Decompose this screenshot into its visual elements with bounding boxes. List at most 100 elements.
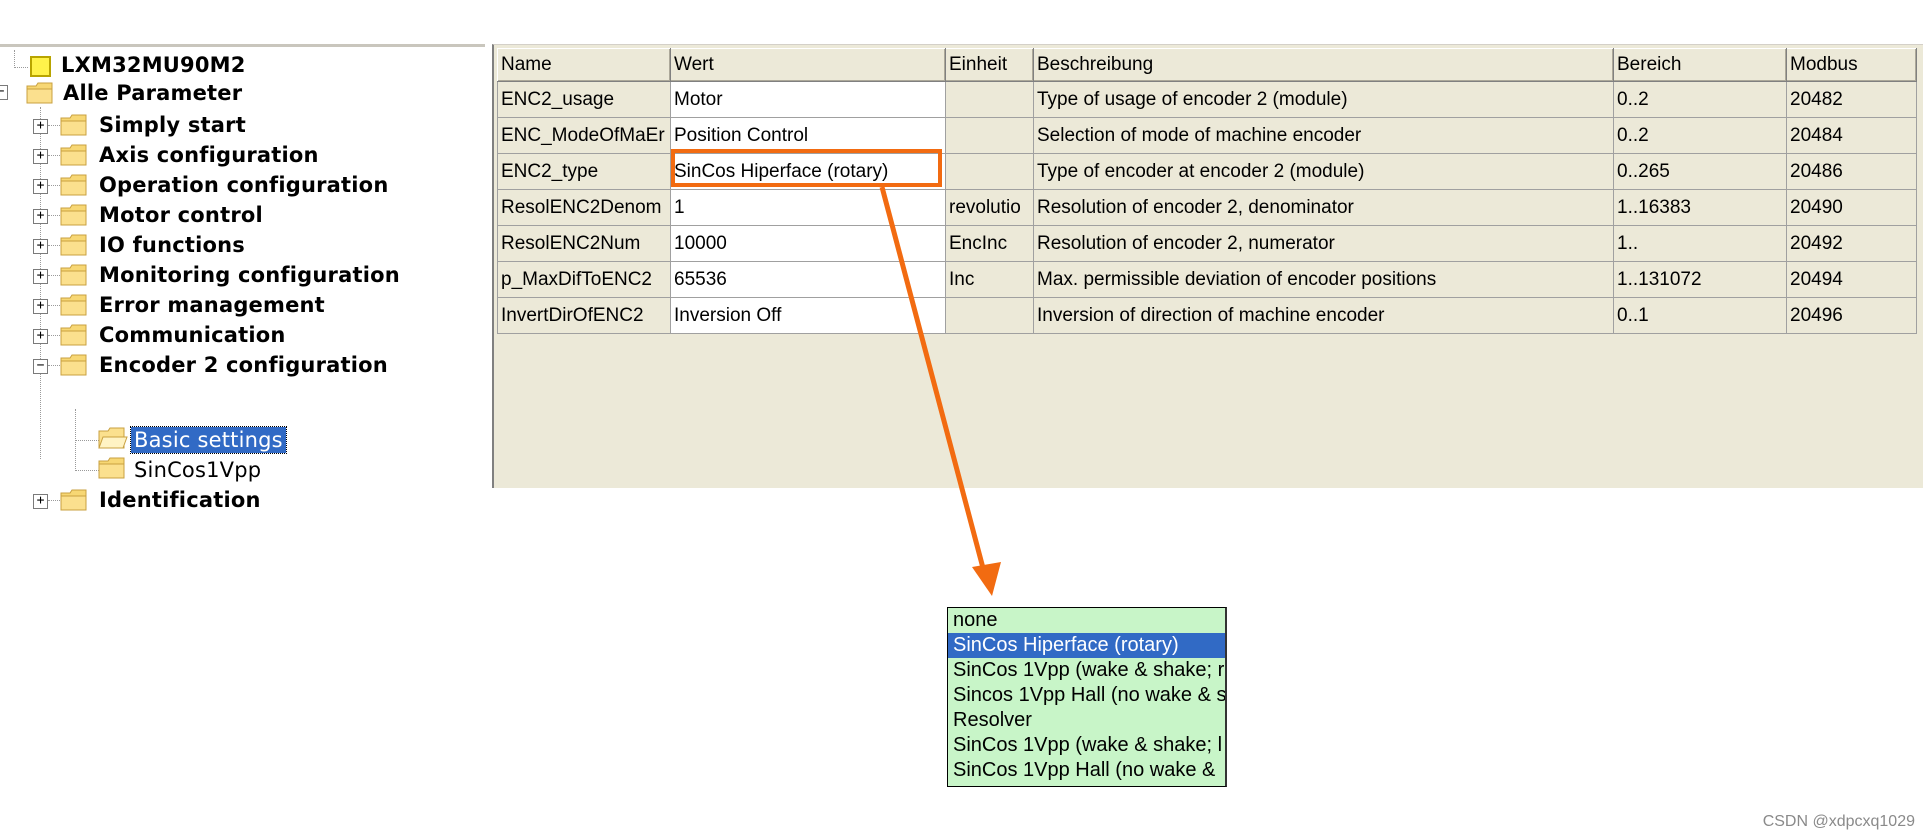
col-header-wert[interactable]: Wert [670,48,946,82]
expand-icon[interactable]: + [33,329,48,344]
tree-connector [75,440,99,441]
watermark: CSDN @xdpcxq1029 [1762,813,1915,830]
tree-connector [48,155,60,156]
col-header-name[interactable]: Name [497,48,671,82]
cell-beschreibung: Inversion of direction of machine encode… [1033,297,1614,334]
cell-name: InvertDirOfENC2 [497,297,671,334]
cell-bereich: 0..265 [1613,153,1787,190]
tree-item-group[interactable]: Operation configuration [96,171,391,199]
cell-wert[interactable]: 65536 [670,261,946,298]
dropdown-option[interactable]: Sincos 1Vpp Hall (no wake & s [948,683,1225,708]
expand-icon[interactable]: + [33,119,48,134]
tree-item-label: Simply start [99,113,246,137]
cell-modbus: 20494 [1786,261,1917,298]
expand-icon[interactable]: + [33,269,48,284]
table-row[interactable]: ENC2_usage Motor Type of usage of encoder … [497,81,1917,118]
folder-icon [98,457,126,479]
cell-bereich: 0..2 [1613,81,1787,118]
tree-item-group[interactable]: IO functions [96,231,248,259]
tree-connector [14,67,28,68]
dropdown-option[interactable]: Resolver [948,708,1225,733]
cell-bereich: 0..1 [1613,297,1787,334]
cell-bereich: 1.. [1613,225,1787,262]
parameter-table: Name Wert Einheit Beschreibung Bereich M… [497,48,1917,334]
dropdown-option[interactable]: SinCos Hiperface (rotary) [948,633,1225,658]
expand-icon[interactable]: + [33,239,48,254]
folder-icon [60,264,88,286]
encoder-type-dropdown-list[interactable]: none SinCos Hiperface (rotary) SinCos 1Vpp… [947,607,1227,787]
tree-item-label: Axis configuration [99,143,319,167]
folder-open-icon [98,427,128,449]
folder-icon [26,82,54,104]
cell-wert[interactable]: 10000 [670,225,946,262]
parameter-tree[interactable]: LXM32MU90M2 − Alle Parameter + Simply sta… [0,44,485,512]
tree-item-group[interactable]: Axis configuration [96,141,322,169]
cell-einheit [945,297,1034,334]
expand-icon[interactable]: + [33,179,48,194]
tree-connector [48,365,60,366]
cell-name: ResolENC2Num [497,225,671,262]
tree-item-group[interactable]: Monitoring configuration [96,261,403,289]
folder-icon [60,174,88,196]
tree-item-label: LXM32MU90M2 [61,53,246,77]
dropdown-option[interactable]: none [948,608,1225,633]
device-icon [30,56,51,77]
table-row[interactable]: ResolENC2Num 10000 EncInc Resolution of enc… [497,225,1917,262]
tree-item-label: Encoder 2 configuration [99,353,388,377]
cell-wert[interactable]: 1 [670,189,946,226]
tree-item-group[interactable]: Error management [96,291,328,319]
dropdown-option[interactable]: SinCos 1Vpp (wake & shake; l [948,733,1225,758]
cell-wert[interactable]: Inversion Off [670,297,946,334]
expand-icon[interactable]: + [33,209,48,224]
tree-item-sincos1vpp[interactable]: SinCos1Vpp [131,456,264,484]
tree-item-root[interactable]: LXM32MU90M2 [58,51,249,79]
cell-einheit: revolutio [945,189,1034,226]
tree-item-alle-parameter[interactable]: Alle Parameter [60,79,245,107]
cell-beschreibung: Resolution of encoder 2, numerator [1033,225,1614,262]
tree-item-basic-settings[interactable]: Basic settings [130,426,287,454]
dropdown-option[interactable]: SinCos 1Vpp Hall (no wake & [948,758,1225,783]
tree-item-group[interactable]: Simply start [96,111,249,139]
tree-item-label: Motor control [99,203,263,227]
parameter-grid-panel: Name Wert Einheit Beschreibung Bereich M… [492,44,1923,488]
tree-connector [75,470,99,471]
table-row[interactable]: InvertDirOfENC2 Inversion Off Inversion of… [497,297,1917,334]
tree-connector [48,335,60,336]
folder-icon [60,234,88,256]
tree-item-label: Identification [99,488,261,512]
table-row[interactable]: ResolENC2Denom 1 revolutio Resolution of en… [497,189,1917,226]
cell-einheit [945,117,1034,154]
cell-wert[interactable]: Motor [670,81,946,118]
collapse-icon[interactable]: − [0,85,8,100]
tree-item-identification[interactable]: Identification [96,486,264,514]
folder-icon [60,114,88,136]
cell-name: ResolENC2Denom [497,189,671,226]
tree-connector [48,275,60,276]
tree-item-label: IO functions [99,233,245,257]
table-row[interactable]: p_MaxDifToENC2 65536 Inc Max. permissible d… [497,261,1917,298]
tree-item-group[interactable]: Encoder 2 configuration [96,351,391,379]
tree-connector [48,305,60,306]
tree-item-label: Operation configuration [99,173,389,197]
col-header-bereich[interactable]: Bereich [1613,48,1787,82]
tree-item-label: Communication [99,323,286,347]
col-header-einheit[interactable]: Einheit [945,48,1034,82]
expand-icon[interactable]: + [33,494,48,509]
col-header-beschreibung[interactable]: Beschreibung [1033,48,1614,82]
tree-item-group[interactable]: Communication [96,321,289,349]
cell-beschreibung: Resolution of encoder 2, denominator [1033,189,1614,226]
tree-item-group[interactable]: Motor control [96,201,266,229]
expand-icon[interactable]: + [33,299,48,314]
table-header-row: Name Wert Einheit Beschreibung Bereich M… [497,48,1917,82]
tree-connector [48,125,60,126]
collapse-icon[interactable]: − [33,359,48,374]
tree-item-label: SinCos1Vpp [134,458,262,482]
folder-icon [60,489,88,511]
expand-icon[interactable]: + [33,149,48,164]
cell-beschreibung: Type of usage of encoder 2 (module) [1033,81,1614,118]
dropdown-option[interactable]: SinCos 1Vpp (wake & shake; r [948,658,1225,683]
folder-icon [60,204,88,226]
col-header-modbus[interactable]: Modbus [1786,48,1917,82]
cell-beschreibung: Selection of mode of machine encoder [1033,117,1614,154]
folder-icon [60,324,88,346]
